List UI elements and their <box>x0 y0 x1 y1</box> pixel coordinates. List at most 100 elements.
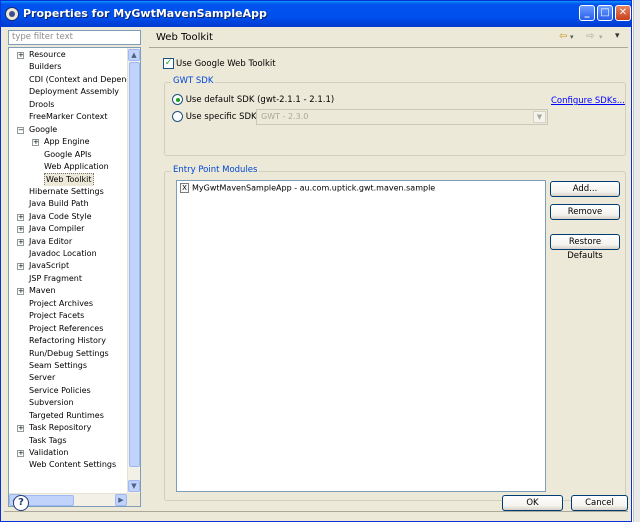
tree-item-label: FreeMarker Context <box>29 112 108 122</box>
module-label: MyGwtMavenSampleApp - au.com.uptick.gwt.… <box>192 183 436 193</box>
tree-item-label: Task Repository <box>29 423 92 433</box>
remove-button[interactable]: Remove <box>550 204 620 220</box>
tree-item[interactable]: + Task Repository <box>9 422 127 434</box>
tree-item[interactable]: + JavaScript <box>9 260 127 272</box>
tree-vertical-scrollbar[interactable]: ▲ ▼ <box>127 48 140 493</box>
scroll-right-icon[interactable]: ▶ <box>115 494 127 506</box>
chevron-down-icon[interactable]: ▼ <box>533 111 546 123</box>
tree-item[interactable]: Run/Debug Settings <box>9 348 127 360</box>
tree-item[interactable]: CDI (Context and Depend <box>9 74 127 86</box>
collapse-icon[interactable]: − <box>17 126 24 134</box>
tree-item[interactable]: JSP Fragment <box>9 273 127 285</box>
window-title: Properties for MyGwtMavenSampleApp <box>23 7 267 20</box>
tree-item[interactable]: Project References <box>9 323 127 335</box>
ok-button[interactable]: OK <box>502 495 563 511</box>
tree-item[interactable]: Builders <box>9 61 127 73</box>
tree-item-label: JavaScript <box>29 261 70 271</box>
tree-item[interactable]: Google APIs <box>9 149 127 161</box>
add-button[interactable]: Add... <box>550 181 620 197</box>
default-sdk-label: Use default SDK (gwt-2.1.1 - 2.1.1) <box>185 95 335 105</box>
tree-item-label: Java Build Path <box>29 199 89 209</box>
gwt-sdk-legend: GWT SDK <box>171 76 216 86</box>
filter-input[interactable]: type filter text <box>8 30 141 45</box>
specific-sdk-value: GWT - 2.3.0 <box>261 112 309 121</box>
tree-scroll-thumb[interactable] <box>129 62 140 467</box>
forward-menu-icon[interactable]: ▾ <box>599 33 603 41</box>
scroll-up-icon[interactable]: ▲ <box>128 49 140 61</box>
tree-item-label: Java Code Style <box>29 211 92 221</box>
radio-unselected-icon[interactable] <box>172 111 183 122</box>
close-button[interactable]: ✕ <box>615 5 631 21</box>
tree-item[interactable]: Targeted Runtimes <box>9 410 127 422</box>
tree-list: + Resource Builders CDI (Context and Depend… <box>9 49 127 472</box>
expand-icon[interactable]: + <box>17 263 24 271</box>
cancel-button[interactable]: Cancel <box>571 495 628 511</box>
tree-item-label: Project Facets <box>29 311 85 321</box>
expand-icon[interactable]: + <box>17 52 24 59</box>
tree-item[interactable]: + Java Code Style <box>9 211 127 223</box>
back-arrow-icon[interactable]: ⇦ <box>559 31 567 42</box>
tree-item[interactable]: + App Engine <box>9 136 127 148</box>
tree-item-label: JSP Fragment <box>29 273 83 283</box>
expand-icon[interactable]: + <box>17 213 24 221</box>
back-menu-icon[interactable]: ▾ <box>570 33 574 41</box>
tree-item[interactable]: Project Archives <box>9 298 127 310</box>
tree-item[interactable]: Hibernate Settings <box>9 186 127 198</box>
tree-item[interactable]: + Resource <box>9 49 127 61</box>
expand-icon[interactable]: + <box>17 238 24 246</box>
tree-item[interactable]: Web Application <box>9 161 127 173</box>
configure-sdks-link[interactable]: Configure SDKs... <box>551 96 625 106</box>
forward-arrow-icon[interactable]: ⇨ <box>586 31 594 42</box>
tree-hscroll-thumb[interactable] <box>22 495 74 506</box>
tree-item[interactable]: FreeMarker Context <box>9 111 127 123</box>
radio-selected-icon[interactable] <box>172 94 183 105</box>
tree-item-label: Subversion <box>29 398 74 408</box>
expand-icon[interactable]: + <box>17 425 24 433</box>
tree-item[interactable]: + Validation <box>9 447 127 459</box>
expand-icon[interactable]: + <box>17 450 24 457</box>
default-sdk-radio[interactable]: Use default SDK (gwt-2.1.1 - 2.1.1) <box>172 94 334 105</box>
tree-item[interactable]: Deployment Assembly <box>9 86 127 98</box>
tree-item[interactable]: Web Toolkit <box>9 173 127 186</box>
property-tree: + Resource Builders CDI (Context and Depend… <box>8 47 141 507</box>
tree-item-label: Java Compiler <box>29 224 85 234</box>
specific-sdk-select[interactable]: GWT - 2.3.0 ▼ <box>256 109 548 125</box>
restore-defaults-button[interactable]: Restore Defaults <box>550 234 620 261</box>
tree-item-label: Resource <box>29 50 66 59</box>
tree-item[interactable]: + Maven <box>9 285 127 297</box>
tree-item[interactable]: Seam Settings <box>9 360 127 372</box>
tree-item[interactable]: Subversion <box>9 397 127 409</box>
tree-item[interactable]: + Java Compiler <box>9 223 127 235</box>
tree-item[interactable]: + Java Editor <box>9 236 127 248</box>
help-icon[interactable]: ? <box>13 495 29 511</box>
use-gwt-checkbox[interactable]: ✓ Use Google Web Toolkit <box>163 58 276 69</box>
tree-item-label: Targeted Runtimes <box>29 410 104 420</box>
tree-item-label: Hibernate Settings <box>29 186 104 196</box>
checkbox-checked-icon[interactable]: ✓ <box>163 58 174 69</box>
tree-item[interactable]: Web Content Settings <box>9 459 127 471</box>
entry-point-list[interactable]: X MyGwtMavenSampleApp - au.com.uptick.gwt… <box>176 180 546 492</box>
tree-item[interactable]: Service Policies <box>9 385 127 397</box>
page-navigation: ⇦ ▾ ⇨ ▾ ▾ <box>559 31 625 45</box>
scroll-down-icon[interactable]: ▼ <box>128 480 140 492</box>
tree-item[interactable]: − Google <box>9 124 127 136</box>
tree-item[interactable]: Task Tags <box>9 435 127 447</box>
tree-item[interactable]: Server <box>9 372 127 384</box>
tree-item[interactable]: Java Build Path <box>9 198 127 210</box>
tree-item-label: Project References <box>29 323 104 333</box>
expand-icon[interactable]: + <box>32 139 39 147</box>
tree-item-label: Google APIs <box>44 149 92 159</box>
tree-item[interactable]: Refactoring History <box>9 335 127 347</box>
expand-icon[interactable]: + <box>17 226 24 234</box>
minimize-button[interactable]: _ <box>579 5 595 21</box>
tree-item[interactable]: Javadoc Location <box>9 248 127 260</box>
specific-sdk-radio[interactable]: Use specific SDK: <box>172 111 259 122</box>
view-menu-icon[interactable]: ▾ <box>615 31 620 41</box>
tree-item[interactable]: Project Facets <box>9 310 127 322</box>
maximize-button[interactable]: □ <box>597 5 613 21</box>
list-item[interactable]: X MyGwtMavenSampleApp - au.com.uptick.gwt… <box>180 183 435 193</box>
tree-item[interactable]: Drools <box>9 99 127 111</box>
footer-divider <box>4 511 628 512</box>
title-bar[interactable]: Properties for MyGwtMavenSampleApp _ □ ✕ <box>1 1 631 27</box>
expand-icon[interactable]: + <box>17 288 24 296</box>
